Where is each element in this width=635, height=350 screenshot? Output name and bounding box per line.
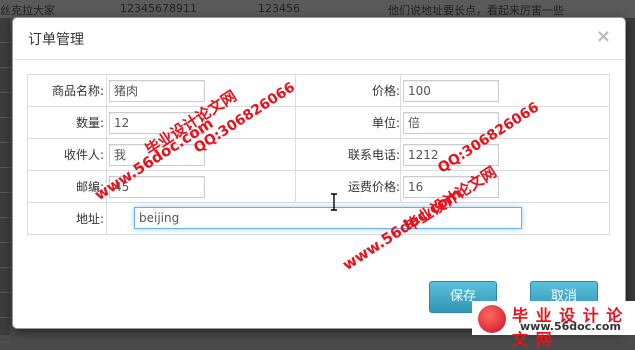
- form-row: 收件人: 联系电话:: [27, 138, 610, 171]
- bg-cell-address: 他们说地址要长点，看起来厉害一些: [388, 4, 564, 17]
- background-table-right-edge: [626, 18, 635, 335]
- price-label: 价格:: [295, 74, 401, 107]
- address-input[interactable]: [134, 207, 522, 229]
- recipient-label: 收件人:: [27, 138, 107, 171]
- form-row-address: 地址:: [27, 202, 610, 235]
- product-name-label: 商品名称:: [27, 74, 107, 107]
- bg-cell-zip: 123456: [258, 2, 300, 15]
- globe-icon: [478, 305, 506, 333]
- close-icon[interactable]: ×: [596, 28, 611, 46]
- logo-site-text: www.56doc.com: [520, 320, 621, 333]
- product-name-input[interactable]: [109, 79, 205, 102]
- modal-header: 订单管理 ×: [13, 18, 625, 60]
- quantity-label: 数量:: [27, 106, 107, 139]
- background-table-left-edge: [0, 18, 10, 343]
- unit-label: 单位:: [295, 106, 401, 139]
- watermark-logo: 毕 业 设 计 论 文 网 www.56doc.com: [472, 301, 635, 349]
- bg-cell-name: 丝克拉大家: [0, 4, 55, 17]
- bg-cell-phone: 12345678911: [120, 2, 197, 15]
- text-cursor-icon: [331, 193, 337, 211]
- order-form-table: 商品名称: 价格: 数量: 单位: 收件人: 联系电话:: [27, 74, 610, 235]
- modal-title: 订单管理: [28, 32, 84, 48]
- order-management-dialog: 订单管理 × 商品名称: 价格: 数量: 单位: 收件人:: [12, 17, 626, 329]
- shipping-fee-label: 运费价格:: [295, 170, 401, 203]
- form-row: 商品名称: 价格:: [27, 74, 610, 107]
- price-input[interactable]: [403, 79, 499, 102]
- phone-label: 联系电话:: [295, 138, 401, 171]
- background-table-row: 丝克拉大家 12345678911 123456 他们说地址要长点，看起来厉害一…: [0, 0, 635, 18]
